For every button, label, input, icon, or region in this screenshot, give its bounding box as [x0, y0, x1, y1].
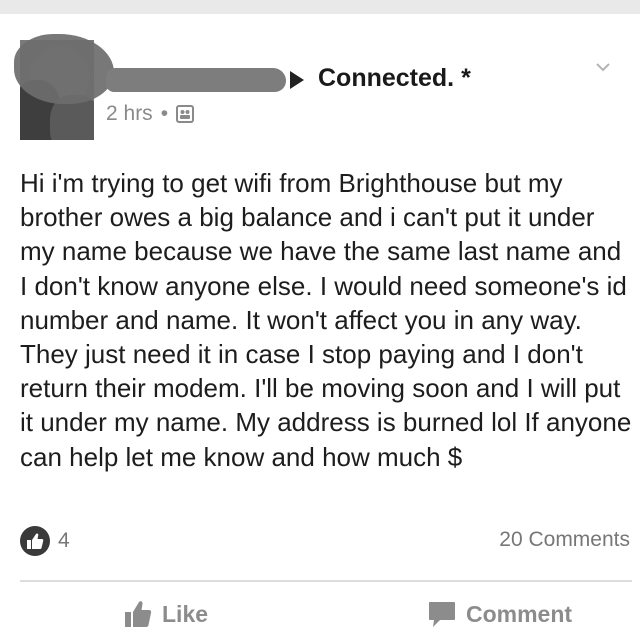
like-count: 4 — [58, 529, 70, 552]
like-reaction-icon — [20, 526, 50, 556]
chevron-down-icon[interactable] — [596, 60, 610, 74]
avatar-redaction — [14, 34, 114, 104]
post-meta: 2 hrs • — [106, 102, 195, 126]
shared-to-arrow-icon — [290, 71, 304, 89]
thumbs-up-icon — [125, 601, 152, 627]
group-name-link[interactable]: Connected. * — [318, 64, 471, 93]
post-text: Hi i'm trying to get wifi from Brighthou… — [20, 168, 632, 472]
group-privacy-icon — [176, 105, 195, 123]
divider — [20, 580, 632, 582]
post-card: Connected. * 2 hrs • Hi i'm trying to ge… — [0, 14, 640, 640]
comment-button-label: Comment — [466, 600, 573, 627]
comment-button[interactable]: Comment — [428, 600, 572, 628]
comment-icon — [429, 602, 455, 627]
like-button[interactable]: Like — [124, 600, 208, 628]
post-timestamp[interactable]: 2 hrs — [106, 102, 153, 126]
like-button-label: Like — [162, 600, 209, 627]
comments-count-link[interactable]: 20 Comments — [499, 528, 630, 552]
meta-separator: • — [160, 102, 169, 125]
author-name-redacted[interactable] — [106, 68, 286, 92]
reactions-summary[interactable]: 4 — [20, 526, 70, 556]
